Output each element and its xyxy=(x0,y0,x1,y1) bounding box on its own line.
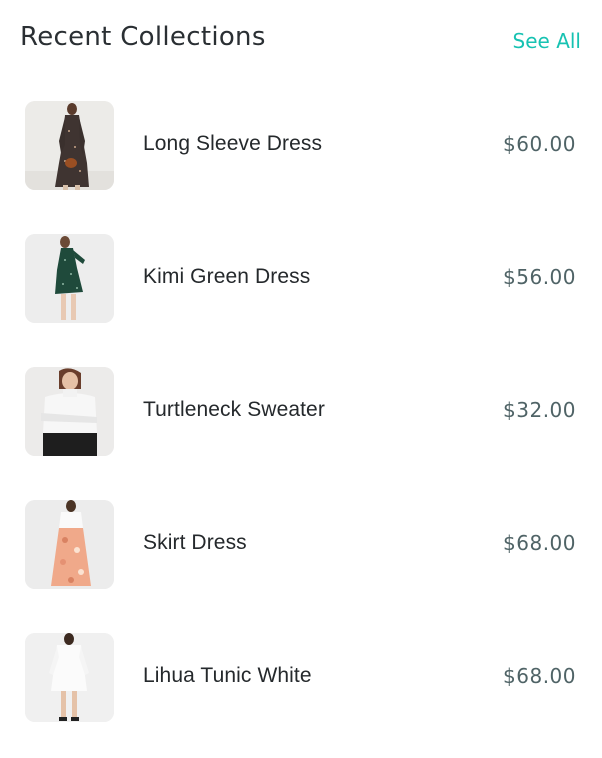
product-price: $68.00 xyxy=(503,531,576,555)
product-thumbnail xyxy=(25,234,114,323)
product-thumbnail xyxy=(25,101,114,190)
product-item-skirt-dress[interactable]: Skirt Dress $68.00 xyxy=(0,499,602,589)
product-name: Skirt Dress xyxy=(143,531,247,554)
product-name: Lihua Tunic White xyxy=(143,664,312,687)
product-thumbnail xyxy=(25,500,114,589)
product-name: Long Sleeve Dress xyxy=(143,132,323,155)
section-header: Recent Collections See All xyxy=(0,0,602,82)
product-item-turtleneck-sweater[interactable]: Turtleneck Sweater $32.00 xyxy=(0,366,602,456)
recent-collections-screen: Recent Collections See All Long Sleeve D… xyxy=(0,0,602,758)
product-name: Kimi Green Dress xyxy=(143,265,311,288)
section-title: Recent Collections xyxy=(20,22,266,52)
product-price: $60.00 xyxy=(503,132,576,156)
product-thumbnail xyxy=(25,633,114,722)
product-price: $68.00 xyxy=(503,664,576,688)
product-price: $56.00 xyxy=(503,265,576,289)
turtleneck-sweater-photo-icon xyxy=(25,367,114,456)
product-item-kimi-green-dress[interactable]: Kimi Green Dress $56.00 xyxy=(0,233,602,323)
product-item-long-sleeve-dress[interactable]: Long Sleeve Dress $60.00 xyxy=(0,100,602,190)
product-price: $32.00 xyxy=(503,398,576,422)
see-all-link[interactable]: See All xyxy=(513,29,581,53)
long-sleeve-dress-photo-icon xyxy=(25,101,114,190)
product-name: Turtleneck Sweater xyxy=(143,398,325,421)
lihua-tunic-white-photo-icon xyxy=(25,633,114,722)
skirt-dress-photo-icon xyxy=(25,500,114,589)
product-item-lihua-tunic-white[interactable]: Lihua Tunic White $68.00 xyxy=(0,632,602,722)
kimi-green-dress-photo-icon xyxy=(25,234,114,323)
product-thumbnail xyxy=(25,367,114,456)
